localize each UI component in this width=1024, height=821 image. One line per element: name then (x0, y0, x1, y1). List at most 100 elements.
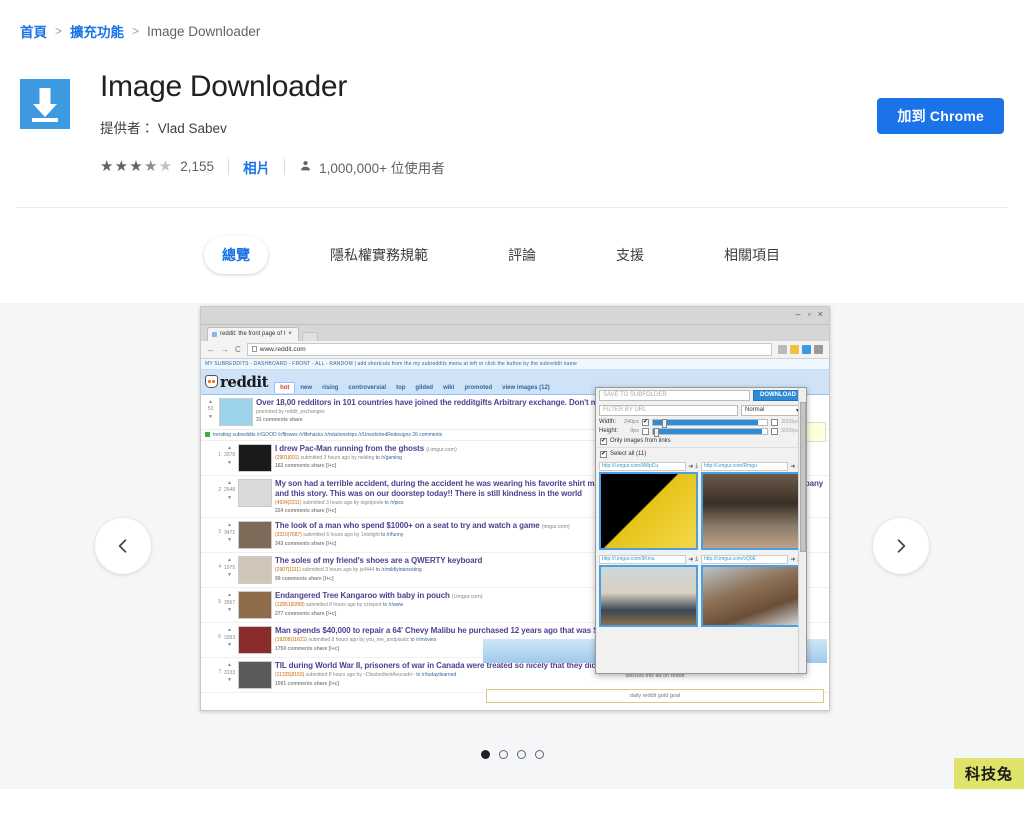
vote-column[interactable]: ▲ 2648 ▼ (224, 479, 235, 503)
image-url[interactable]: http://i.imgur.com/cQ0E (701, 554, 789, 564)
tab-privacy[interactable]: 隱私權實務規範 (312, 236, 446, 274)
nav-icons[interactable]: ← → C (207, 345, 241, 354)
tab-overview[interactable]: 總覽 (204, 236, 268, 274)
image-downloader-icon[interactable] (802, 344, 811, 354)
breadcrumb-extensions[interactable]: 擴充功能 (70, 21, 124, 41)
subfolder-input[interactable]: SAVE TO SUBFOLDER (599, 389, 750, 401)
vote-column[interactable]: ▲ 3393 ▼ (224, 626, 235, 650)
vote-column[interactable]: ▲ 3378 ▼ (224, 444, 235, 468)
post-subreddit[interactable]: to /r/aww (383, 602, 403, 608)
post-thumbnail[interactable] (238, 556, 272, 584)
scrollbar-thumb[interactable] (800, 401, 806, 552)
width-slider[interactable] (652, 418, 768, 428)
reddit-tab-gilded[interactable]: gilded (410, 383, 438, 393)
open-external-icon[interactable]: ➜ (790, 556, 795, 563)
search-icon[interactable] (778, 344, 787, 354)
reddit-tab-controversial[interactable]: controversial (343, 383, 391, 393)
height-slider-knob[interactable] (654, 427, 660, 437)
star-icon[interactable] (790, 344, 799, 354)
reload-icon[interactable]: C (235, 345, 241, 354)
list-item[interactable]: http://i.imgur.com/9Kmu ➜ ⤓ (599, 554, 698, 627)
carousel-next-button[interactable] (873, 517, 929, 574)
image-thumbnail[interactable] (599, 564, 698, 627)
breadcrumb-home[interactable]: 首頁 (20, 21, 47, 41)
post-actions[interactable]: 1091 comments share [l+c] (275, 681, 825, 687)
carousel-dot-3[interactable] (516, 749, 526, 759)
category-link[interactable]: 相片 (243, 157, 270, 177)
menu-icon[interactable] (814, 344, 823, 354)
extension-icons[interactable] (778, 344, 823, 354)
post-subreddit[interactable]: to /r/funny (381, 532, 403, 538)
post-subreddit[interactable]: to /r/pics (385, 500, 404, 506)
width-slider-knob[interactable] (662, 418, 668, 428)
open-external-icon[interactable]: ➜ (688, 556, 693, 563)
image-url[interactable]: http://i.imgur.com/9Kmu (599, 554, 687, 564)
tab-reviews[interactable]: 評論 (490, 236, 554, 274)
carousel-prev-button[interactable] (95, 517, 151, 574)
select-all-checkbox[interactable]: ✔ (600, 450, 607, 458)
carousel-slide-screenshot[interactable]: – ▫ × reddit: the front page of t × ← → … (200, 305, 830, 711)
height-slider[interactable] (652, 427, 768, 437)
vote-column[interactable]: ▲ 1975 ▼ (224, 556, 235, 580)
image-thumbnail[interactable] (599, 471, 698, 550)
download-icon[interactable]: ⤓ (695, 463, 698, 470)
carousel-dot-1[interactable] (480, 749, 490, 759)
width-min-checkbox[interactable]: ✔ (642, 418, 649, 426)
image-thumbnail[interactable] (701, 471, 800, 550)
reddit-tab-view-images[interactable]: view images (12) (497, 383, 555, 393)
height-min-checkbox[interactable] (642, 427, 649, 435)
filter-mode-select[interactable]: Normal ▾ (741, 404, 803, 416)
post-thumbnail[interactable] (238, 521, 272, 549)
minimize-icon[interactable]: – (796, 309, 801, 318)
image-thumbnail[interactable] (701, 564, 800, 627)
reddit-tab-new[interactable]: new (295, 383, 317, 393)
vote-column[interactable]: ▲ 3133 ▼ (224, 661, 235, 685)
vote-column[interactable]: ▲ 3567 ▼ (224, 591, 235, 615)
list-item[interactable]: http://i.imgur.com/Rmgu ➜ ⤓ (701, 461, 800, 550)
reddit-tab-hot[interactable]: hot (274, 381, 296, 393)
carousel-dot-4[interactable] (534, 749, 544, 759)
post-thumbnail[interactable] (238, 591, 272, 619)
reddit-tab-wiki[interactable]: wiki (438, 383, 459, 393)
open-external-icon[interactable]: ➜ (790, 463, 795, 470)
forward-icon[interactable]: → (221, 345, 229, 354)
only-links-checkbox[interactable]: ✔ (600, 437, 607, 445)
download-button[interactable]: DOWNLOAD (753, 389, 803, 401)
width-max-checkbox[interactable] (771, 418, 778, 426)
browser-tab[interactable]: reddit: the front page of t × (207, 326, 299, 341)
post-thumbnail[interactable] (219, 397, 253, 426)
filter-url-input[interactable]: FILTER BY URL (599, 404, 738, 416)
back-icon[interactable]: ← (207, 345, 215, 354)
panel-scrollbar[interactable] (798, 387, 806, 673)
window-controls[interactable]: – ▫ × (796, 309, 823, 318)
tab-related[interactable]: 相關項目 (706, 236, 798, 274)
reddit-tab-promoted[interactable]: promoted (459, 383, 497, 393)
post-subreddit[interactable]: to /r/movies (410, 637, 436, 643)
only-links-row[interactable]: ✔ Only images from links (596, 436, 806, 447)
add-to-chrome-button[interactable]: 加到 Chrome (877, 98, 1004, 134)
carousel-dot-2[interactable] (498, 749, 508, 759)
address-bar[interactable]: www.reddit.com (246, 342, 772, 356)
post-thumbnail[interactable] (238, 478, 272, 507)
tab-close-icon[interactable]: × (288, 331, 292, 337)
reddit-tab-rising[interactable]: rising (317, 383, 343, 393)
close-window-icon[interactable]: × (818, 309, 823, 318)
maximize-icon[interactable]: ▫ (808, 309, 811, 318)
download-icon[interactable]: ⤓ (695, 556, 698, 563)
image-url[interactable]: http://i.imgur.com/IA8pCu (599, 461, 687, 471)
post-subreddit[interactable]: to /r/mildlyinteresting (376, 567, 422, 573)
reddit-logo[interactable]: reddit (205, 373, 269, 391)
post-thumbnail[interactable] (238, 626, 272, 654)
vote-column[interactable]: ▲ 53 ▼ (205, 398, 216, 426)
tab-support[interactable]: 支援 (598, 236, 662, 274)
list-item[interactable]: http://i.imgur.com/IA8pCu ➜ ⤓ (599, 461, 698, 550)
reddit-tab-top[interactable]: top (391, 383, 410, 393)
post-subreddit[interactable]: to /r/gaming (376, 455, 402, 461)
list-item[interactable]: http://i.imgur.com/cQ0E ➜ ⤓ (701, 554, 800, 627)
reddit-top-nav[interactable]: MY SUBREDDITS - DASHBOARD - FRONT - ALL … (201, 358, 829, 370)
image-url[interactable]: http://i.imgur.com/Rmgu (701, 461, 789, 471)
new-tab-button[interactable] (301, 331, 318, 341)
post-thumbnail[interactable] (238, 443, 272, 472)
open-external-icon[interactable]: ➜ (688, 463, 693, 470)
post-thumbnail[interactable] (238, 661, 272, 689)
